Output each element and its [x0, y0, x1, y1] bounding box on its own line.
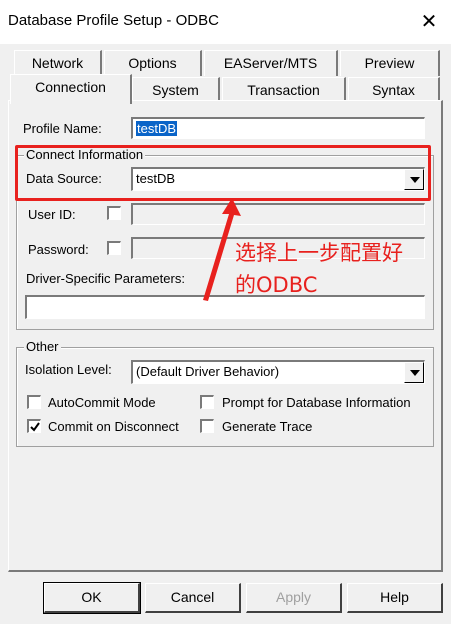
annotation-arrow-icon	[203, 198, 241, 301]
annotation-line-1: 选择上一步配置好	[235, 241, 403, 265]
annotation-text: 选择上一步配置好 的ODBC	[235, 237, 445, 301]
annotation-line-2: 的ODBC	[235, 273, 318, 297]
